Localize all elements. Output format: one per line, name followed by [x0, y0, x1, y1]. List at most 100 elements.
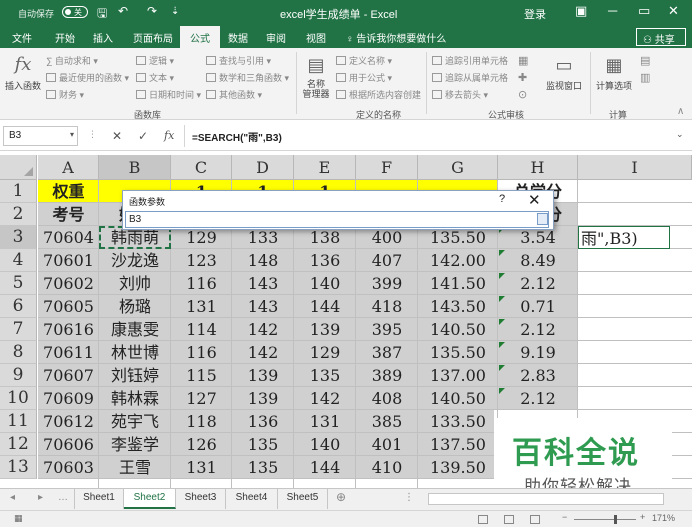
error-check-icon[interactable]: ✚ — [518, 71, 527, 84]
cell-c4[interactable]: 123 — [171, 249, 232, 272]
cell-a3[interactable]: 70604 — [38, 226, 99, 249]
cell-g5[interactable]: 141.50 — [418, 272, 498, 295]
sheet-next-icon[interactable]: ▸ — [38, 492, 43, 503]
cell-e9[interactable]: 135 — [294, 364, 356, 387]
cell-h9[interactable]: 2.83 — [498, 364, 578, 387]
collapse-ribbon-icon[interactable]: ∧ — [677, 106, 684, 117]
cell-g10[interactable]: 140.50 — [418, 387, 498, 410]
cell-d8[interactable]: 142 — [232, 341, 294, 364]
tab-formulas[interactable]: 公式 — [180, 26, 220, 48]
tab-view[interactable]: 视图 — [306, 30, 326, 45]
save-icon[interactable]: 🖫 — [97, 4, 107, 25]
tell-me-search[interactable]: ♀ 告诉我你想要做什么 — [346, 30, 446, 45]
sheet-tab-2[interactable]: Sheet2 — [124, 489, 176, 509]
cell-e11[interactable]: 131 — [294, 410, 356, 433]
column-header-c[interactable]: C — [171, 155, 232, 180]
cell-g11[interactable]: 133.50 — [418, 410, 498, 433]
calculation-options-button[interactable]: ▦ 计算选项 — [592, 54, 636, 92]
close-button[interactable]: ✕ — [668, 3, 679, 19]
column-header-i[interactable]: I — [578, 155, 692, 180]
cell-a7[interactable]: 70616 — [38, 318, 99, 341]
macro-record-icon[interactable]: ▦ — [14, 513, 23, 524]
row-header-8[interactable]: 8 — [0, 341, 37, 364]
calculate-sheet-icon[interactable]: ▥ — [640, 71, 650, 84]
cell-f8[interactable]: 387 — [356, 341, 418, 364]
cell-d7[interactable]: 142 — [232, 318, 294, 341]
undo-icon[interactable]: ↶ — [118, 4, 128, 18]
name-manager-button[interactable]: ▤ 名称 管理器 — [300, 54, 332, 99]
row-header-5[interactable]: 5 — [0, 272, 37, 295]
cell-a4[interactable]: 70601 — [38, 249, 99, 272]
cell-e7[interactable]: 139 — [294, 318, 356, 341]
cell-d13[interactable]: 135 — [232, 456, 294, 479]
show-formulas-icon[interactable]: ▦ — [518, 54, 528, 67]
cell-g12[interactable]: 137.50 — [418, 433, 498, 456]
cell-h10[interactable]: 2.12 — [498, 387, 578, 410]
cell-c6[interactable]: 131 — [171, 295, 232, 318]
cell-f4[interactable]: 407 — [356, 249, 418, 272]
column-header-e[interactable]: E — [294, 155, 356, 180]
sheet-prev-icon[interactable]: ◂ — [10, 492, 15, 503]
text-button[interactable]: 文本 ▾ — [136, 71, 174, 84]
cell-c11[interactable]: 118 — [171, 410, 232, 433]
row-header-13[interactable]: 13 — [0, 456, 37, 479]
redo-icon[interactable]: ↷ — [147, 4, 157, 18]
cell-d9[interactable]: 139 — [232, 364, 294, 387]
argument-input[interactable]: B3 — [125, 211, 549, 228]
cell-g6[interactable]: 143.50 — [418, 295, 498, 318]
select-all-button[interactable] — [0, 155, 37, 180]
cell-e6[interactable]: 144 — [294, 295, 356, 318]
cell-f7[interactable]: 395 — [356, 318, 418, 341]
column-header-d[interactable]: D — [232, 155, 294, 180]
tab-file[interactable]: 文件 — [12, 30, 32, 45]
cell-h7[interactable]: 2.12 — [498, 318, 578, 341]
add-sheet-icon[interactable]: ⊕ — [336, 490, 346, 504]
cell-b5[interactable]: 刘帅 — [99, 272, 171, 295]
dialog-close-button[interactable]: ✕ — [528, 191, 541, 209]
remove-arrows-button[interactable]: 移去箭头 ▾ — [432, 88, 488, 101]
insert-function-icon[interactable]: fx — [164, 129, 174, 142]
cell-a9[interactable]: 70607 — [38, 364, 99, 387]
calculate-now-icon[interactable]: ▤ — [640, 54, 650, 67]
cell-h8[interactable]: 9.19 — [498, 341, 578, 364]
tab-split-handle[interactable]: ⋮ — [404, 492, 414, 503]
cell-d6[interactable]: 143 — [232, 295, 294, 318]
name-box[interactable]: B3 ▾ — [3, 126, 78, 146]
logical-button[interactable]: 逻辑 ▾ — [136, 54, 174, 67]
math-trig-button[interactable]: 数学和三角函数 ▾ — [206, 71, 289, 84]
cell-e13[interactable]: 144 — [294, 456, 356, 479]
cell-b7[interactable]: 康惠雯 — [99, 318, 171, 341]
cell-f6[interactable]: 418 — [356, 295, 418, 318]
tab-home[interactable]: 开始 — [55, 30, 75, 45]
cell-b6[interactable]: 杨璐 — [99, 295, 171, 318]
row-header-7[interactable]: 7 — [0, 318, 37, 341]
watch-window-button[interactable]: ▭ 监视窗口 — [544, 54, 584, 92]
cell-c13[interactable]: 131 — [171, 456, 232, 479]
cell-h4[interactable]: 8.49 — [498, 249, 578, 272]
cell-a1[interactable]: 权重 — [38, 180, 99, 203]
ribbon-display-options-icon[interactable]: ▣ — [575, 3, 587, 19]
cell-d4[interactable]: 148 — [232, 249, 294, 272]
financial-button[interactable]: 财务 ▾ — [46, 88, 84, 101]
lookup-button[interactable]: 查找与引用 ▾ — [206, 54, 271, 67]
zoom-slider[interactable] — [574, 519, 636, 520]
cell-b11[interactable]: 苑宇飞 — [99, 410, 171, 433]
help-button[interactable]: ? — [499, 193, 505, 205]
column-header-g[interactable]: G — [418, 155, 498, 180]
insert-function-button[interactable]: fx 插入函数 — [4, 54, 42, 92]
expand-formula-bar-icon[interactable]: ⌄ — [676, 129, 684, 140]
sheet-tab-4[interactable]: Sheet4 — [226, 489, 278, 509]
cell-a6[interactable]: 70605 — [38, 295, 99, 318]
cell-h6[interactable]: 0.71 — [498, 295, 578, 318]
cell-c5[interactable]: 116 — [171, 272, 232, 295]
minimize-button[interactable]: ─ — [608, 3, 617, 18]
row-header-11[interactable]: 11 — [0, 410, 37, 433]
cell-g9[interactable]: 137.00 — [418, 364, 498, 387]
cell-e12[interactable]: 140 — [294, 433, 356, 456]
enter-icon[interactable]: ✓ — [138, 129, 148, 143]
date-time-button[interactable]: 日期和时间 ▾ — [136, 88, 201, 101]
row-header-10[interactable]: 10 — [0, 387, 37, 410]
cell-f5[interactable]: 399 — [356, 272, 418, 295]
sheet-more-icon[interactable]: … — [58, 492, 68, 503]
normal-view-icon[interactable] — [478, 515, 488, 524]
